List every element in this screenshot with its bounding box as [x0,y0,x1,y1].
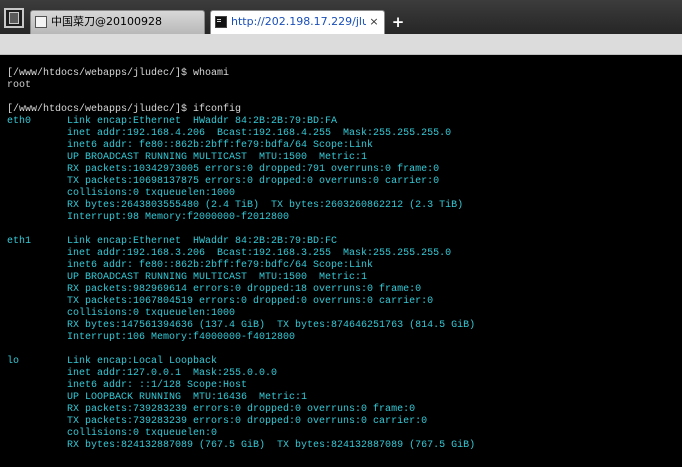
terminal-output-line: inet6 addr: ::1/128 Scope:Host [7,380,248,391]
new-tab-button[interactable]: + [391,12,405,32]
terminal-output-line: UP LOOPBACK RUNNING MTU:16436 Metric:1 [7,392,308,403]
tab-chopper-home[interactable]: 中国菜刀@20100928 [30,10,205,34]
terminal-output-line: Interrupt:106 Memory:f4000000-f4012800 [7,332,296,343]
terminal-output-line: inet6 addr: fe80::862b:2bff:fe79:bdfc/64… [7,260,374,271]
app-window: 中国菜刀@20100928 http://202.198.17.229/jlud… [0,0,682,467]
terminal-output-line: eth0 Link encap:Ethernet HWaddr 84:2B:2B… [7,116,338,127]
terminal-output-line: TX packets:1067804519 errors:0 dropped:0… [7,296,434,307]
tab-bar: 中国菜刀@20100928 http://202.198.17.229/jlud… [0,0,682,34]
terminal-pane[interactable]: [/www/htdocs/webapps/jludec/]$ whoami roo… [0,55,682,467]
terminal-output-line: TX packets:739283239 errors:0 dropped:0 … [7,416,428,427]
terminal-output-line: UP BROADCAST RUNNING MULTICAST MTU:1500 … [7,152,368,163]
terminal-icon [215,16,227,28]
sidebar-toggle-icon[interactable] [4,8,24,28]
terminal-output-line: RX bytes:2643803555480 (2.4 TiB) TX byte… [7,200,464,211]
tab-terminal[interactable]: http://202.198.17.229/jludec/ × [210,10,385,34]
terminal-output-line: RX packets:10342973005 errors:0 dropped:… [7,164,440,175]
terminal-output-line: inet addr:192.168.4.206 Bcast:192.168.4.… [7,128,452,139]
terminal-output-line: RX packets:982969614 errors:0 dropped:18… [7,284,422,295]
terminal-output-line: inet6 addr: fe80::862b:2bff:fe79:bdfa/64… [7,140,374,151]
terminal-prompt-line: [/www/htdocs/webapps/jludec/]$ whoami [7,68,230,79]
terminal-output-line: TX packets:10698137875 errors:0 dropped:… [7,176,440,187]
terminal-output-line: lo Link encap:Local Loopback [7,356,218,367]
terminal-output-line: collisions:0 txqueuelen:1000 [7,308,236,319]
terminal-output-line: collisions:0 txqueuelen:1000 [7,188,236,199]
terminal-output-line: RX bytes:147561394636 (137.4 GiB) TX byt… [7,320,476,331]
tab-label: http://202.198.17.229/jludec/ [231,15,366,28]
terminal-output-line: eth1 Link encap:Ethernet HWaddr 84:2B:2B… [7,236,338,247]
terminal-output-line: UP BROADCAST RUNNING MULTICAST MTU:1500 … [7,272,368,283]
terminal-output-line: inet addr:192.168.3.206 Bcast:192.168.3.… [7,248,452,259]
sidebar-panel-glyph [9,12,19,24]
close-tab-icon[interactable]: × [368,11,380,33]
terminal-output-line: root [7,80,32,91]
terminal-prompt-line: [/www/htdocs/webapps/jludec/]$ ifconfig [7,104,242,115]
terminal-output-line: RX bytes:824132887089 (767.5 GiB) TX byt… [7,440,476,451]
terminal-output-line: Interrupt:98 Memory:f2000000-f2012800 [7,212,290,223]
terminal-output-line: inet addr:127.0.0.1 Mask:255.0.0.0 [7,368,278,379]
toolbar-strip [0,34,682,55]
terminal-output-line: RX packets:739283239 errors:0 dropped:0 … [7,404,416,415]
tab-label: 中国菜刀@20100928 [51,15,162,28]
terminal-output-line: collisions:0 txqueuelen:0 [7,428,218,439]
page-icon [35,16,47,28]
